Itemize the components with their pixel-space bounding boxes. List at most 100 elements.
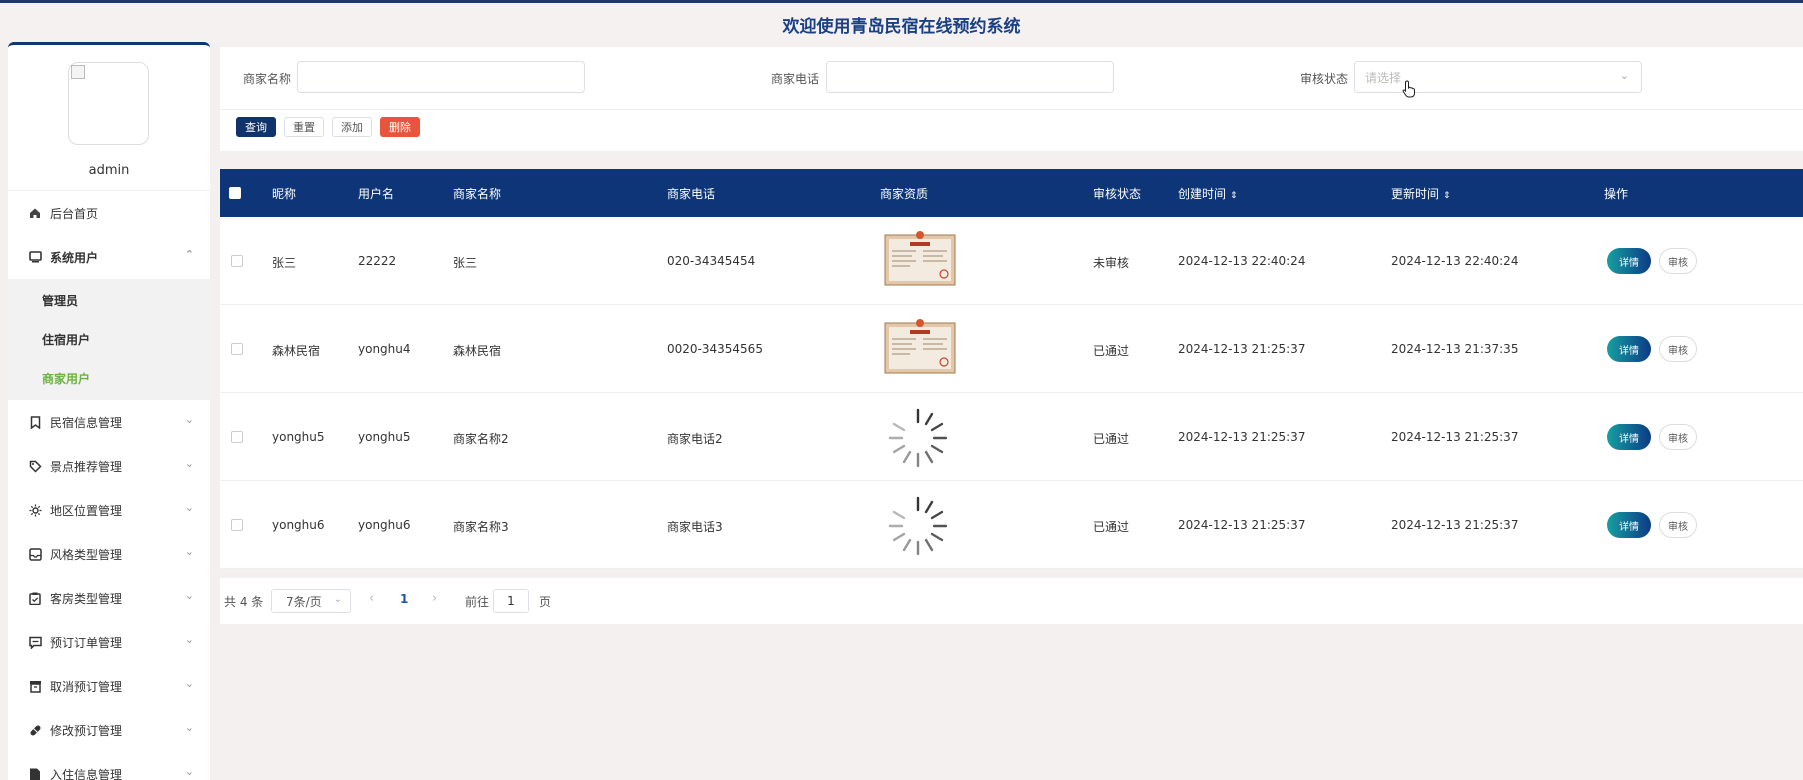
submenu-item-admin[interactable]: 管理员 [8,281,210,320]
top-header: 欢迎使用青岛民宿在线预约系统 [0,0,1803,42]
submenu-item-lodging-users[interactable]: 住宿用户 [8,320,210,359]
goto-page-input[interactable]: 1 [493,589,529,613]
cell-merchant-name: 森林民宿 [453,344,502,358]
menu-item-system-users[interactable]: 系统用户 ⌃ [8,235,210,279]
audit-button[interactable]: 审核 [1659,336,1697,362]
next-page-icon[interactable]: › [432,591,437,606]
audit-status-select[interactable]: 请选择 ⌄ [1354,61,1642,93]
cell-merchant-phone: 020-34345454 [667,254,756,268]
add-button[interactable]: 添加 [332,117,372,137]
cell-username: yonghu6 [358,518,411,532]
menu-item-regions[interactable]: 地区位置管理 ⌄ [8,488,210,532]
cell-nickname: yonghu5 [272,430,325,444]
avatar[interactable] [68,62,149,145]
page-number[interactable]: 1 [400,592,408,606]
clipboard-check-icon [28,591,42,605]
goto-suffix: 页 [539,595,552,609]
merchant-table: 昵称 用户名 商家名称 商家电话 商家资质 审核状态 创建时间 ⇕ 更新时间 ⇕ 操… [220,169,1803,569]
chevron-down-icon: ⌄ [184,765,194,778]
cell-updated-at: 2024-12-13 22:40:24 [1391,254,1519,268]
menu-item-homestay-info[interactable]: 民宿信息管理 ⌄ [8,400,210,444]
submenu-item-merchant-users[interactable]: 商家用户 [8,359,210,398]
chevron-down-icon: ⌄ [184,721,194,734]
detail-button[interactable]: 详情 [1607,424,1651,450]
column-header-username: 用户名 [358,187,395,201]
row-checkbox[interactable] [231,519,243,531]
column-header-label: 创建时间 [1178,187,1227,201]
audit-button[interactable]: 审核 [1659,248,1697,274]
business-license-image[interactable] [883,317,957,379]
column-header-label: 更新时间 [1391,187,1440,201]
chevron-down-icon: ⌄ [184,501,194,514]
merchant-phone-input[interactable] [826,61,1114,93]
pill-icon [28,723,42,737]
broken-image-icon [71,65,85,79]
merchant-name-input[interactable] [297,61,585,93]
delete-button[interactable]: 删除 [380,117,420,137]
menu-item-cancel-bookings[interactable]: 取消预订管理 ⌄ [8,664,210,708]
menu-item-modify-bookings[interactable]: 修改预订管理 ⌄ [8,708,210,752]
menu-item-booking-orders[interactable]: 预订订单管理 ⌄ [8,620,210,664]
menu-item-label: 修改预订管理 [50,723,123,738]
query-button[interactable]: 查询 [236,117,276,137]
detail-button[interactable]: 详情 [1607,512,1651,538]
menu-item-label: 民宿信息管理 [50,415,123,430]
select-all-checkbox[interactable] [229,187,241,199]
loading-spinner-icon [883,491,953,561]
cell-merchant-phone: 0020-34354565 [667,342,763,356]
menu-item-label: 预订订单管理 [50,635,123,650]
audit-button[interactable]: 审核 [1659,512,1697,538]
chevron-down-icon: ⌄ [333,594,342,605]
pagination: 共 4 条 7条/页 ⌄ ‹ 1 › 前往 1 页 [220,578,1803,624]
table-row: yonghu5 yonghu5 商家名称2 商家电话2 已通过 2024-12-… [220,393,1803,481]
cell-audit-status: 未审核 [1093,256,1130,270]
cell-merchant-name: 张三 [453,256,478,270]
cell-merchant-phone: 商家电话3 [667,520,723,534]
sort-icon[interactable]: ⇕ [1443,191,1451,201]
menu-item-dashboard[interactable]: 后台首页 [8,191,210,235]
row-checkbox[interactable] [231,431,243,443]
chevron-down-icon: ⌄ [184,413,194,426]
cell-merchant-phone: 商家电话2 [667,432,723,446]
chevron-down-icon: ⌄ [184,589,194,602]
column-header-audit-status: 审核状态 [1093,187,1142,201]
chevron-down-icon: ⌄ [184,633,194,646]
chevron-down-icon: ⌄ [184,457,194,470]
column-header-merchant-name: 商家名称 [453,187,502,201]
cell-created-at: 2024-12-13 21:25:37 [1178,518,1306,532]
row-checkbox[interactable] [231,343,243,355]
mouse-cursor-icon [1402,80,1416,101]
reset-button[interactable]: 重置 [284,117,324,137]
column-header-nickname: 昵称 [272,187,297,201]
cell-merchant-name: 商家名称3 [453,520,509,534]
column-header-created-at[interactable]: 创建时间 ⇕ [1178,185,1238,202]
column-header-updated-at[interactable]: 更新时间 ⇕ [1391,185,1451,202]
loading-spinner-icon [883,403,953,473]
cell-updated-at: 2024-12-13 21:25:37 [1391,518,1519,532]
row-checkbox[interactable] [231,255,243,267]
prev-page-icon[interactable]: ‹ [369,591,374,606]
sun-icon [28,503,42,517]
cell-created-at: 2024-12-13 22:40:24 [1178,254,1306,268]
chevron-down-icon: ⌄ [184,545,194,558]
menu-item-checkin-info[interactable]: 入住信息管理 ⌄ [8,752,210,780]
cell-nickname: 森林民宿 [272,344,321,358]
menu-item-label: 客房类型管理 [50,591,123,606]
chevron-down-icon: ⌄ [1619,69,1629,82]
menu-item-room-types[interactable]: 客房类型管理 ⌄ [8,576,210,620]
page-size-select[interactable]: 7条/页 ⌄ [271,589,351,613]
sidebar: admin 后台首页 系统用户 ⌃ 管理员 住宿用户 商家用户 民宿信息管理 ⌄… [8,42,210,780]
home-icon [28,206,42,220]
menu-item-style-types[interactable]: 风格类型管理 ⌄ [8,532,210,576]
table-row: yonghu6 yonghu6 商家名称3 商家电话3 已通过 2024-12-… [220,481,1803,569]
menu-item-label: 地区位置管理 [50,503,123,518]
menu-item-attractions[interactable]: 景点推荐管理 ⌄ [8,444,210,488]
goto-label: 前往 [465,595,490,609]
detail-button[interactable]: 详情 [1607,248,1651,274]
sidebar-menu: 后台首页 系统用户 ⌃ 管理员 住宿用户 商家用户 民宿信息管理 ⌄ 景点推荐管 [8,190,210,780]
audit-button[interactable]: 审核 [1659,424,1697,450]
business-license-image[interactable] [883,229,957,291]
detail-button[interactable]: 详情 [1607,336,1651,362]
sort-icon[interactable]: ⇕ [1230,191,1238,201]
message-icon [28,635,42,649]
